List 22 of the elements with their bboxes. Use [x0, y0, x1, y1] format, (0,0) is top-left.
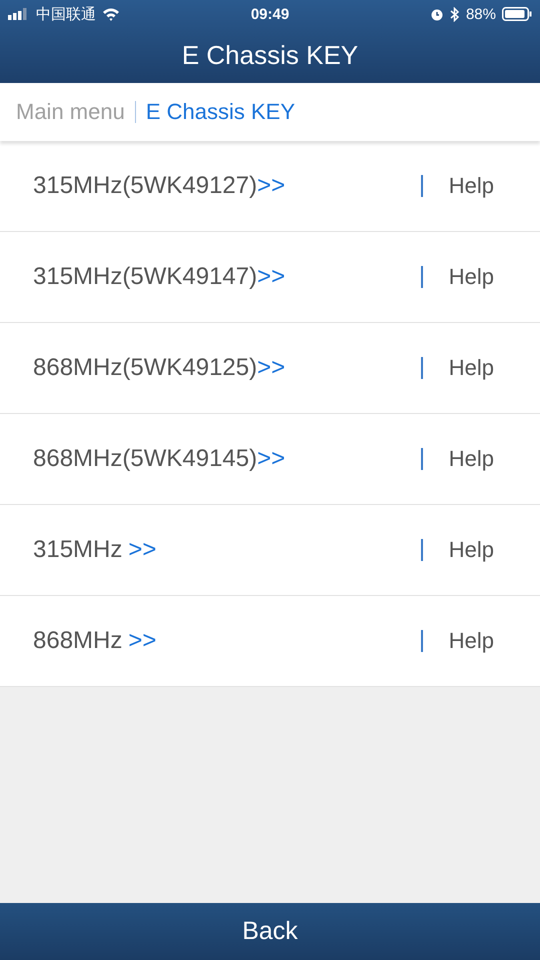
page-title: E Chassis KEY [182, 40, 358, 71]
wifi-icon [102, 7, 120, 21]
menu-item-link[interactable]: 315MHz(5WK49147)>> [33, 263, 421, 291]
help-link[interactable]: Help [448, 264, 494, 290]
help-link[interactable]: Help [448, 537, 494, 563]
battery-percent: 88% [466, 6, 496, 22]
breadcrumb-link[interactable]: E Chassis KEY [146, 99, 296, 125]
menu-item-link[interactable]: 315MHz >> [33, 536, 421, 564]
menu-item-link[interactable]: 315MHz(5WK49127)>> [33, 172, 421, 200]
menu-item-link[interactable]: 868MHz(5WK49125)>> [33, 354, 421, 382]
menu-item-link[interactable]: 868MHz >> [33, 627, 421, 655]
help-link[interactable]: Help [448, 628, 494, 654]
bluetooth-icon [450, 6, 460, 22]
back-button[interactable]: Back [0, 903, 540, 960]
help-link[interactable]: Help [448, 173, 494, 199]
battery-icon [502, 7, 532, 21]
alarm-icon [430, 7, 444, 21]
menu-item-link[interactable]: 868MHz(5WK49145)>> [33, 445, 421, 473]
help-link[interactable]: Help [448, 446, 494, 472]
carrier-name: 中国联通 [36, 4, 96, 24]
clock-time: 09:49 [250, 6, 290, 22]
help-link[interactable]: Help [448, 355, 494, 381]
